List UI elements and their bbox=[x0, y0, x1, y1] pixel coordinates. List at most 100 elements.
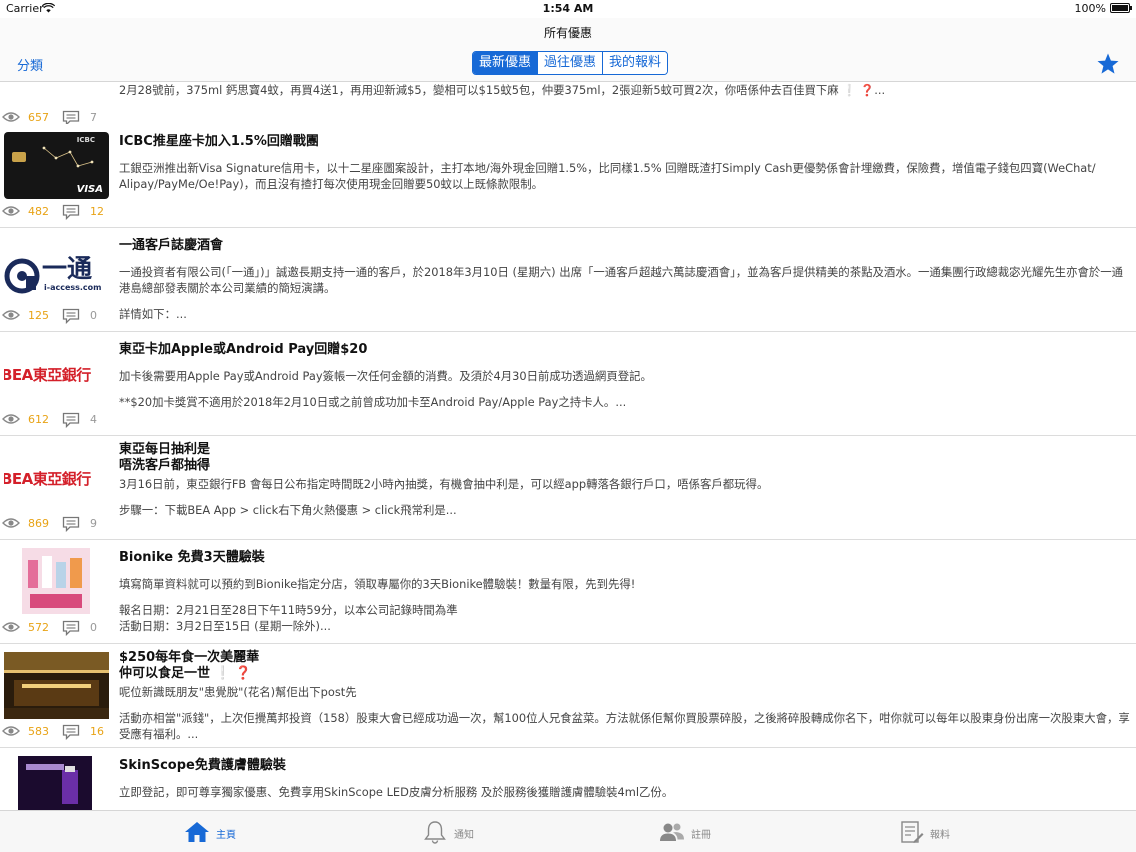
offer-thumbnail: 一通 i-access.com bbox=[4, 236, 109, 303]
comment-count: 0 bbox=[90, 309, 97, 322]
comment-icon bbox=[62, 412, 80, 428]
offers-feed[interactable]: 657 7 2月28號前，375ml 鈣思寶4蚊，再買4送1，再用迎新減$5，變… bbox=[0, 82, 1136, 810]
navigation-bar: 所有優惠 分類 最新優惠 過往優惠 我的報料 bbox=[0, 18, 1136, 82]
offer-description: 立即登記，即可尊享獨家優惠、免費享用SkinScope LED皮膚分析服務 及於… bbox=[119, 785, 674, 799]
offer-description-more: 步驟一：下載BEA App > click右下角火熱優惠 > click飛常利是… bbox=[119, 503, 457, 517]
visa-logo: VISA bbox=[76, 184, 103, 195]
offer-title: 東亞卡加Apple或Android Pay回贈$20 bbox=[119, 342, 368, 357]
offer-card[interactable]: 583 16 $250每年食一次美麗華 仲可以食足一世 ❕ ❓ 呢位新識既朋友"… bbox=[0, 644, 1136, 748]
tab-notifications-label: 通知 bbox=[454, 830, 474, 841]
offer-description: 3月16日前，東亞銀行FB 會每日公布指定時間既2小時內抽獎，有機會抽中利是，可… bbox=[119, 477, 769, 491]
offer-content: $250每年食一次美麗華 仲可以食足一世 ❕ ❓ 呢位新識既朋友"患覺脫"(花名… bbox=[119, 650, 1131, 742]
comment-count: 0 bbox=[90, 621, 97, 634]
offer-card[interactable]: BEA東亞銀行 869 9 東亞每日抽利是 唔洗客戶都抽得 3月16日前，東亞銀… bbox=[0, 436, 1136, 540]
offer-card[interactable]: 572 0 Bionike 免費3天體驗裝 填寫簡單資料就可以預約到Bionik… bbox=[0, 540, 1136, 644]
offer-content: Bionike 免費3天體驗裝 填寫簡單資料就可以預約到Bionike指定分店，… bbox=[119, 550, 1131, 634]
comment-count: 12 bbox=[90, 205, 104, 218]
view-count: 657 bbox=[28, 111, 49, 124]
offer-title: Bionike 免費3天體驗裝 bbox=[119, 550, 265, 565]
offer-title: ICBC推星座卡加入1.5%回贈戰團 bbox=[119, 134, 319, 149]
battery-percentage: 100% bbox=[1074, 2, 1106, 15]
report-icon bbox=[901, 821, 924, 843]
comment-icon bbox=[62, 308, 80, 324]
tab-register[interactable]: 註冊 bbox=[659, 811, 739, 852]
view-count: 125 bbox=[28, 309, 49, 322]
offer-content: 東亞卡加Apple或Android Pay回贈$20 加卡後需要用Apple P… bbox=[119, 342, 1131, 410]
offer-title: $250每年食一次美麗華 仲可以食足一世 ❕ ❓ bbox=[119, 650, 260, 681]
view-count: 869 bbox=[28, 517, 49, 530]
offer-title: SkinScope免費護膚體驗裝 bbox=[119, 758, 286, 773]
offer-description-more: 報名日期：2月21日至28日下午11時59分，以本公司記錄時間為準 活動日期：3… bbox=[119, 603, 458, 633]
status-bar: Carrier 1:54 AM 100% bbox=[0, 0, 1136, 18]
eye-icon bbox=[2, 414, 20, 424]
i-access-logo-mark bbox=[4, 258, 40, 294]
offer-thumbnail: BEA東亞銀行 bbox=[4, 444, 109, 511]
comment-icon bbox=[62, 516, 80, 532]
tab-report[interactable]: 報料 bbox=[898, 811, 978, 852]
bell-icon bbox=[424, 821, 446, 844]
offer-thumbnail bbox=[18, 756, 92, 810]
segment-my-reports[interactable]: 我的報料 bbox=[602, 52, 668, 74]
eye-icon bbox=[2, 518, 20, 528]
offer-description: 呢位新識既朋友"患覺脫"(花名)幫佢出下post先 bbox=[119, 685, 357, 699]
offer-card[interactable]: 一通 i-access.com 125 0 一通客戶誌慶酒會 一通投資者有限公司… bbox=[0, 228, 1136, 332]
bea-logo: BEA東亞銀行 bbox=[4, 366, 91, 384]
tab-bar: 主頁 通知 註冊 報料 bbox=[0, 810, 1136, 852]
home-icon bbox=[185, 822, 209, 842]
eye-icon bbox=[2, 310, 20, 320]
offer-description: 2月28號前，375ml 鈣思寶4蚊，再買4送1，再用迎新減$5，變相可以$15… bbox=[119, 83, 886, 97]
offer-content: 一通客戶誌慶酒會 一通投資者有限公司(「一通」)」誠邀長期支持一通的客戶，於20… bbox=[119, 238, 1131, 322]
view-count: 482 bbox=[28, 205, 49, 218]
offer-card[interactable]: ICBC VISA 482 12 ICBC推星座卡加入1.5%回贈戰團 工銀亞洲… bbox=[0, 124, 1136, 228]
offer-description-more: **$20加卡獎賞不適用於2018年2月10日或之前曾成功加卡至Android … bbox=[119, 395, 627, 409]
offer-description-more: 詳情如下：... bbox=[119, 307, 187, 321]
comment-icon bbox=[62, 204, 80, 220]
battery-icon bbox=[1110, 3, 1132, 13]
offer-content: ICBC推星座卡加入1.5%回贈戰團 工銀亞洲推出新Visa Signature… bbox=[119, 134, 1131, 192]
tab-home-label: 主頁 bbox=[216, 830, 236, 841]
eye-icon bbox=[2, 206, 20, 216]
tab-register-label: 註冊 bbox=[691, 830, 711, 841]
offer-description: 工銀亞洲推出新Visa Signature信用卡，以十二星座圖案設計，主打本地/… bbox=[119, 161, 1096, 191]
offer-description-more: 活動亦相當"派錢"，上次佢攪萬邦投資（158）股東大會已經成功過一次，幫100位… bbox=[119, 711, 1130, 741]
comment-icon bbox=[62, 620, 80, 636]
comment-count: 9 bbox=[90, 517, 97, 530]
page-title: 所有優惠 bbox=[543, 26, 592, 40]
tab-notifications[interactable]: 通知 bbox=[422, 811, 502, 852]
comment-count: 4 bbox=[90, 413, 97, 426]
offer-title: 一通客戶誌慶酒會 bbox=[119, 238, 224, 253]
offer-description: 填寫簡單資料就可以預約到Bionike指定分店，領取專屬你的3天Bionike體… bbox=[119, 577, 636, 591]
offer-content: SkinScope免費護膚體驗裝 立即登記，即可尊享獨家優惠、免費享用SkinS… bbox=[119, 758, 1131, 800]
logo-domain: i-access.com bbox=[44, 283, 102, 292]
eye-icon bbox=[2, 112, 20, 122]
offer-thumbnail bbox=[4, 652, 109, 719]
offer-content: 2月28號前，375ml 鈣思寶4蚊，再買4送1，再用迎新減$5，變相可以$15… bbox=[119, 82, 1131, 98]
star-icon[interactable] bbox=[1096, 52, 1120, 76]
offer-title: 東亞每日抽利是 唔洗客戶都抽得 bbox=[119, 442, 211, 473]
segment-past-offers[interactable]: 過往優惠 bbox=[537, 52, 603, 74]
eye-icon bbox=[2, 622, 20, 632]
offer-thumbnail bbox=[22, 548, 90, 614]
offer-card[interactable]: BEA東亞銀行 612 4 東亞卡加Apple或Android Pay回贈$20… bbox=[0, 332, 1136, 436]
view-count: 583 bbox=[28, 725, 49, 738]
tab-report-label: 報料 bbox=[930, 830, 950, 841]
logo-wordmark: 一通 bbox=[42, 254, 93, 283]
segmented-control: 最新優惠 過往優惠 我的報料 bbox=[472, 51, 669, 75]
segment-latest-offers[interactable]: 最新優惠 bbox=[473, 52, 538, 74]
offer-description: 加卡後需要用Apple Pay或Android Pay簽帳一次任何金額的消費。及… bbox=[119, 369, 652, 383]
comment-icon bbox=[62, 724, 80, 740]
users-icon bbox=[660, 823, 684, 841]
tab-home[interactable]: 主頁 bbox=[184, 811, 264, 852]
offer-content: 東亞每日抽利是 唔洗客戶都抽得 3月16日前，東亞銀行FB 會每日公布指定時間既… bbox=[119, 442, 1131, 518]
offer-card[interactable]: SkinScope免費護膚體驗裝 立即登記，即可尊享獨家優惠、免費享用SkinS… bbox=[0, 748, 1136, 810]
category-button[interactable]: 分類 bbox=[17, 55, 43, 74]
offer-description: 一通投資者有限公司(「一通」)」誠邀長期支持一通的客戶，於2018年3月10日 … bbox=[119, 265, 1124, 295]
card-bank-label: ICBC bbox=[76, 136, 95, 144]
comment-count: 16 bbox=[90, 725, 104, 738]
bea-logo: BEA東亞銀行 bbox=[4, 470, 91, 488]
offer-thumbnail: ICBC VISA bbox=[4, 132, 109, 199]
view-count: 572 bbox=[28, 621, 49, 634]
clock: 1:54 AM bbox=[542, 2, 594, 15]
eye-icon bbox=[2, 726, 20, 736]
view-count: 612 bbox=[28, 413, 49, 426]
